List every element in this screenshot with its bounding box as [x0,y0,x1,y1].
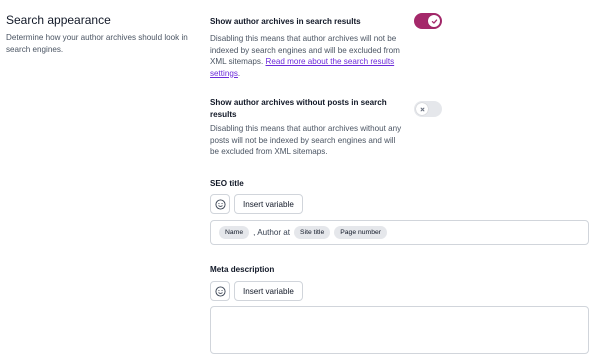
smiley-icon [214,198,226,210]
meta-description-label: Meta description [210,265,275,274]
option-no-posts-title: Show author archives without posts in se… [210,98,387,119]
meta-description-editor[interactable] [210,306,589,354]
option-author-archives-title: Show author archives in search results [210,17,361,26]
seo-title-label: SEO title [210,179,244,188]
section-description: Determine how your author archives shoul… [6,33,188,54]
section-title: Search appearance [6,13,111,27]
meta-description-emoji-button[interactable] [210,281,230,301]
smiley-icon [214,285,226,297]
check-icon [431,18,437,24]
variable-page-number-token[interactable]: Page number [334,226,388,239]
seo-title-emoji-button[interactable] [210,194,230,214]
seo-title-editor[interactable]: Name , Author at Site title Page number [210,220,589,245]
x-icon [420,107,424,111]
toggle-author-archives[interactable] [414,13,442,29]
seo-title-insert-variable-button[interactable]: Insert variable [234,194,303,214]
option-no-posts-description: Disabling this means that author archive… [210,124,402,156]
variable-site-title-token[interactable]: Site title [294,226,331,239]
option-author-archives-description: Disabling this means that author archive… [210,34,400,78]
meta-description-insert-variable-button[interactable]: Insert variable [234,281,303,301]
variable-name-token[interactable]: Name [219,226,250,239]
toggle-no-posts[interactable] [414,101,442,117]
text-token: , Author at [253,228,291,237]
